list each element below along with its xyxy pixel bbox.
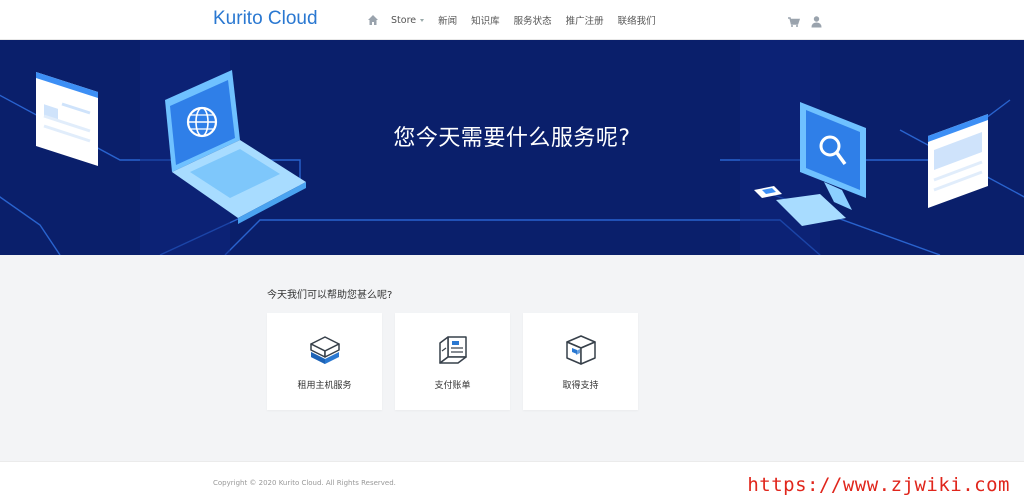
page-footer: Copyright © 2020 Kurito Cloud. All Right…	[0, 461, 1024, 504]
support-box-icon	[564, 333, 598, 367]
card-label: 取得支持	[562, 381, 599, 391]
card-hosting[interactable]: 租用主机服务	[267, 313, 382, 410]
server-box-icon	[308, 333, 342, 367]
service-cards: 租用主机服务 支付账单 取得支持	[267, 313, 651, 410]
home-icon[interactable]	[367, 14, 379, 26]
top-header: Kurito Cloud Store 新闻 知识库 服务状态 推广注册 联络我们	[0, 0, 1024, 40]
nav-service-status[interactable]: 服务状态	[514, 13, 552, 27]
card-label: 支付账单	[434, 381, 471, 391]
nav-news[interactable]: 新闻	[438, 13, 457, 27]
nav-affiliate[interactable]: 推广注册	[566, 13, 604, 27]
main-nav: Store 新闻 知识库 服务状态 推广注册 联络我们	[367, 0, 670, 40]
billing-box-icon	[436, 333, 470, 367]
site-logo[interactable]: Kurito Cloud	[213, 8, 318, 30]
card-billing[interactable]: 支付账单	[395, 313, 510, 410]
hero-banner: 您今天需要什么服务呢?	[0, 40, 1024, 255]
copyright-text: Copyright © 2020 Kurito Cloud. All Right…	[213, 479, 396, 487]
nav-knowledgebase[interactable]: 知识库	[471, 13, 500, 27]
header-actions	[787, 13, 833, 28]
banner-title: 您今天需要什么服务呢?	[393, 126, 631, 151]
chevron-down-icon	[420, 18, 425, 22]
card-support[interactable]: 取得支持	[523, 313, 638, 410]
help-heading: 今天我们可以帮助您甚么呢?	[267, 290, 393, 301]
nav-contact[interactable]: 联络我们	[618, 13, 656, 27]
card-label: 租用主机服务	[297, 381, 352, 391]
nav-store[interactable]: Store	[391, 15, 425, 26]
user-icon[interactable]	[810, 13, 823, 28]
watermark-url: https://www.zjwiki.com	[747, 474, 1010, 496]
cart-icon[interactable]	[787, 13, 801, 27]
